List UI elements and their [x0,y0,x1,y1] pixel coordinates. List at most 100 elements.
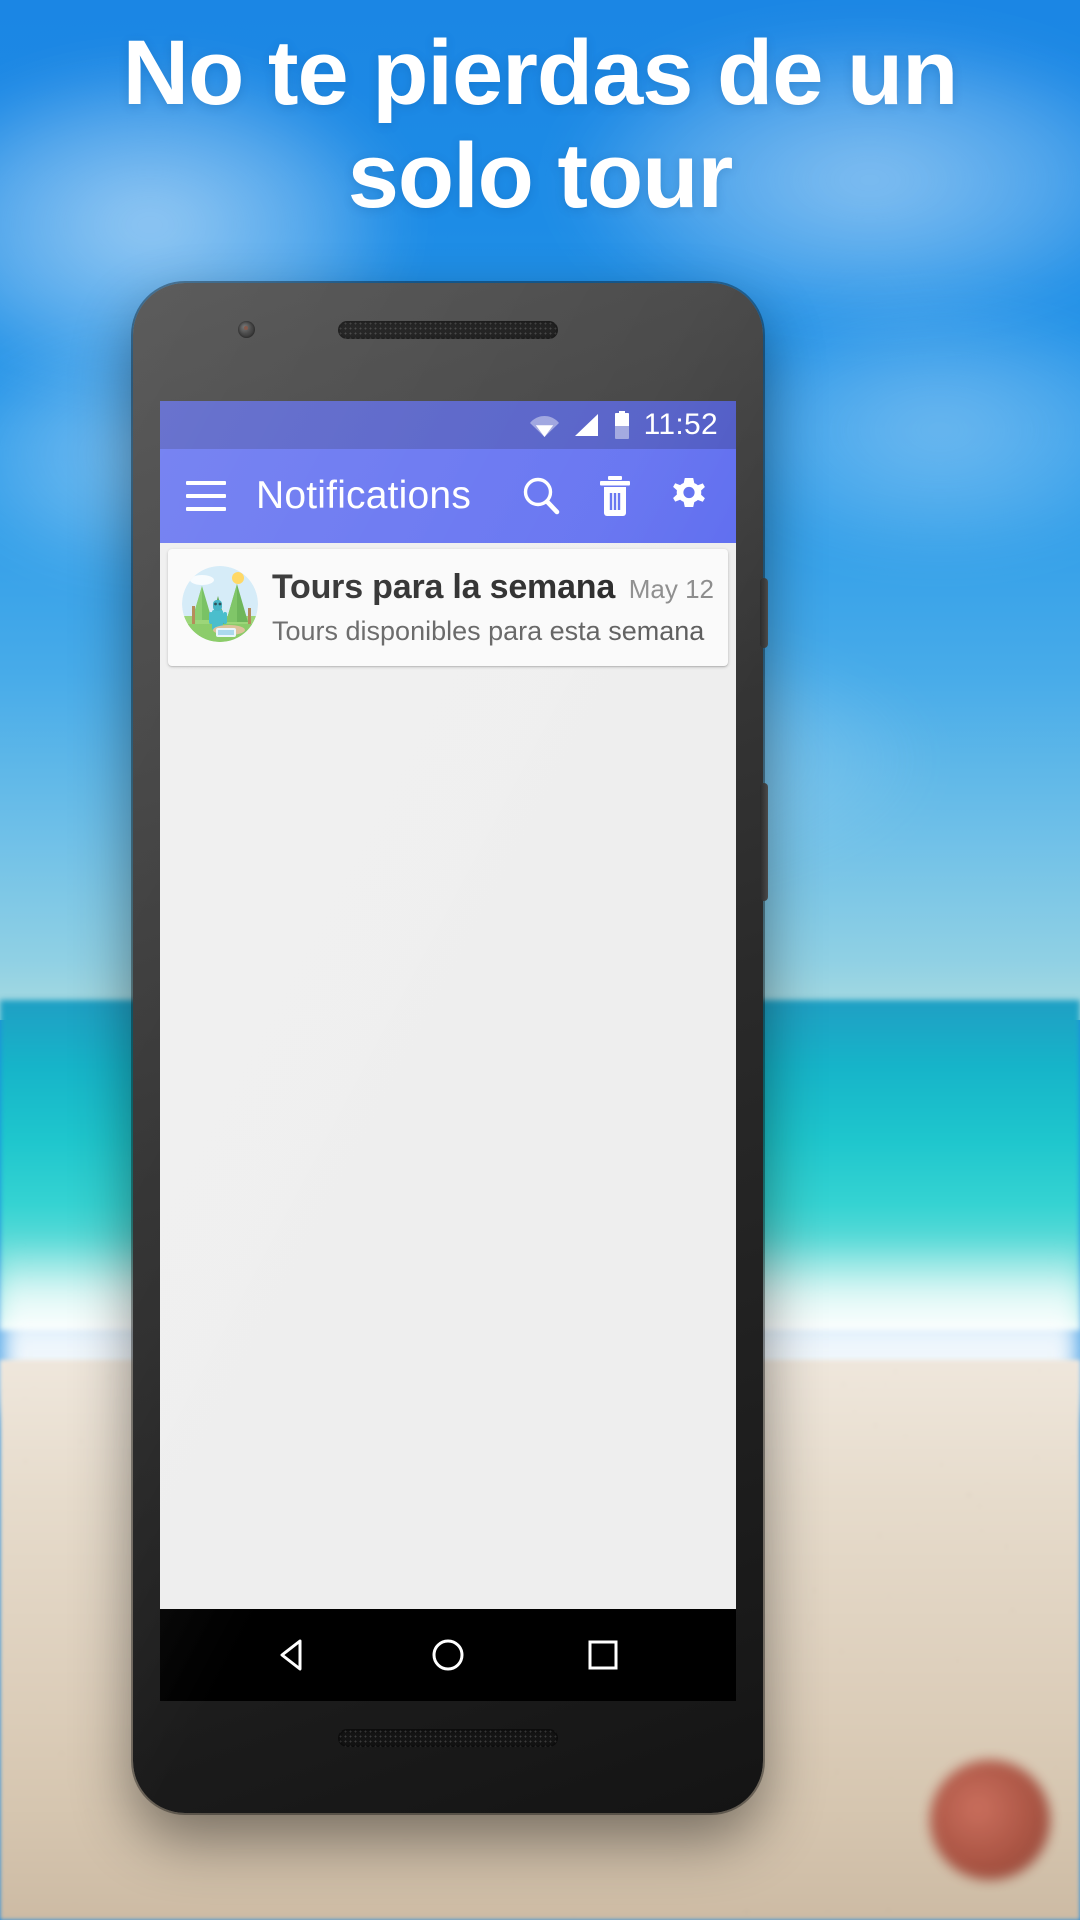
sand-speck [79,1439,83,1443]
sand-speck [827,1909,829,1911]
sand-speck [809,1452,810,1453]
sand-speck [1022,1560,1024,1562]
sand-speck [675,1859,678,1862]
status-bar-clock: 11:52 [644,408,718,442]
sand-speck [884,1382,887,1385]
search-icon[interactable] [518,473,564,519]
earpiece-speaker [338,321,558,339]
sand-speck [118,1508,120,1510]
sand-speck [55,1679,57,1681]
sand-speck [1035,1456,1038,1459]
sand-speck [835,1770,839,1774]
sand-speck [60,1752,63,1755]
back-triangle-icon[interactable] [263,1625,323,1685]
power-button[interactable] [760,578,768,648]
home-circle-icon[interactable] [418,1625,478,1685]
sand-speck [1055,1766,1057,1768]
sand-speck [986,1484,988,1486]
notification-date: May 12 [629,574,714,605]
sand-speck [92,1423,94,1425]
gear-icon[interactable] [666,473,712,519]
sand-speck [840,1650,843,1653]
sand-speck [116,1864,117,1865]
sand-speck [326,1914,327,1915]
sand-speck [857,1558,859,1560]
sand-speck [800,1802,802,1804]
app-bar: Notifications [160,449,736,543]
sand-speck [296,1852,298,1854]
sand-speck [96,1730,98,1732]
sand-speck [725,1825,728,1828]
sand-speck [837,1844,839,1846]
sand-speck [797,1650,799,1652]
app-bar-actions [518,473,712,519]
notification-item[interactable]: Tours para la semana May 12 Tours dispon… [168,549,728,666]
phone-screen: 11:52 Notifications Tours para la semana… [160,401,736,1701]
page-title: Notifications [256,474,471,518]
sand-speck [1011,1609,1014,1612]
sand-speck [842,1383,845,1386]
sand-speck [117,1396,119,1398]
battery-icon [612,411,632,439]
sand-speck [940,1463,943,1466]
sand-speck [910,1593,912,1595]
status-bar: 11:52 [160,401,736,449]
sand-speck [852,1404,853,1405]
sand-speck [773,1385,776,1388]
sand-speck [1038,1369,1041,1372]
sand-speck [13,1495,15,1497]
sand-speck [821,1648,823,1650]
headline-line-2: solo tour [0,125,1080,228]
sand-speck [105,1699,106,1700]
notification-title: Tours para la semana [272,568,619,607]
sand-speck [878,1534,881,1537]
sand-speck [956,1659,959,1662]
sand-speck [778,1766,779,1767]
sand-speck [888,1595,890,1597]
sand-speck [216,1818,217,1819]
sand-speck [512,1878,515,1881]
front-camera-icon [238,321,255,338]
sand-speck [874,1424,877,1427]
notification-subtitle: Tours disponibles para esta semana [272,616,714,647]
sand-speck [745,1910,748,1913]
sand-speck [573,1916,575,1918]
sand-speck [21,1734,23,1736]
sand-speck [679,1907,680,1908]
sand-speck [894,1370,897,1373]
forest-camping-avatar-icon [182,566,258,642]
sand-speck [916,1524,919,1527]
sand-speck [1049,1393,1050,1394]
sand-speck [46,1863,47,1864]
shell-decoration [930,1760,1050,1880]
sand-speck [87,1809,90,1812]
sand-speck [880,1668,882,1670]
sand-speck [985,1378,987,1380]
sand-speck [1072,1456,1074,1458]
sand-speck [838,1817,841,1820]
bottom-speaker [338,1729,558,1747]
trash-icon[interactable] [592,473,638,519]
sand-speck [861,1389,864,1392]
sand-speck [959,1578,961,1580]
sand-speck [129,1454,132,1457]
notifications-list: Tours para la semana May 12 Tours dispon… [160,543,736,1609]
sand-speck [61,1786,62,1787]
notification-body: Tours para la semana May 12 Tours dispon… [272,566,714,647]
sand-speck [3,1390,5,1392]
notification-header-row: Tours para la semana May 12 [272,568,714,607]
sand-speck [890,1774,892,1776]
sand-speck [978,1504,981,1507]
sand-speck [792,1495,794,1497]
sand-speck [78,1622,80,1624]
recents-square-icon[interactable] [573,1625,633,1685]
volume-button[interactable] [760,783,768,901]
sand-speck [967,1493,971,1497]
sand-speck [887,1908,890,1911]
sand-speck [893,1452,896,1455]
hamburger-menu-icon[interactable] [186,481,226,511]
sand-speck [810,1622,813,1625]
sand-speck [195,1860,197,1862]
sand-speck [104,1800,105,1801]
sand-speck [1077,1819,1078,1820]
